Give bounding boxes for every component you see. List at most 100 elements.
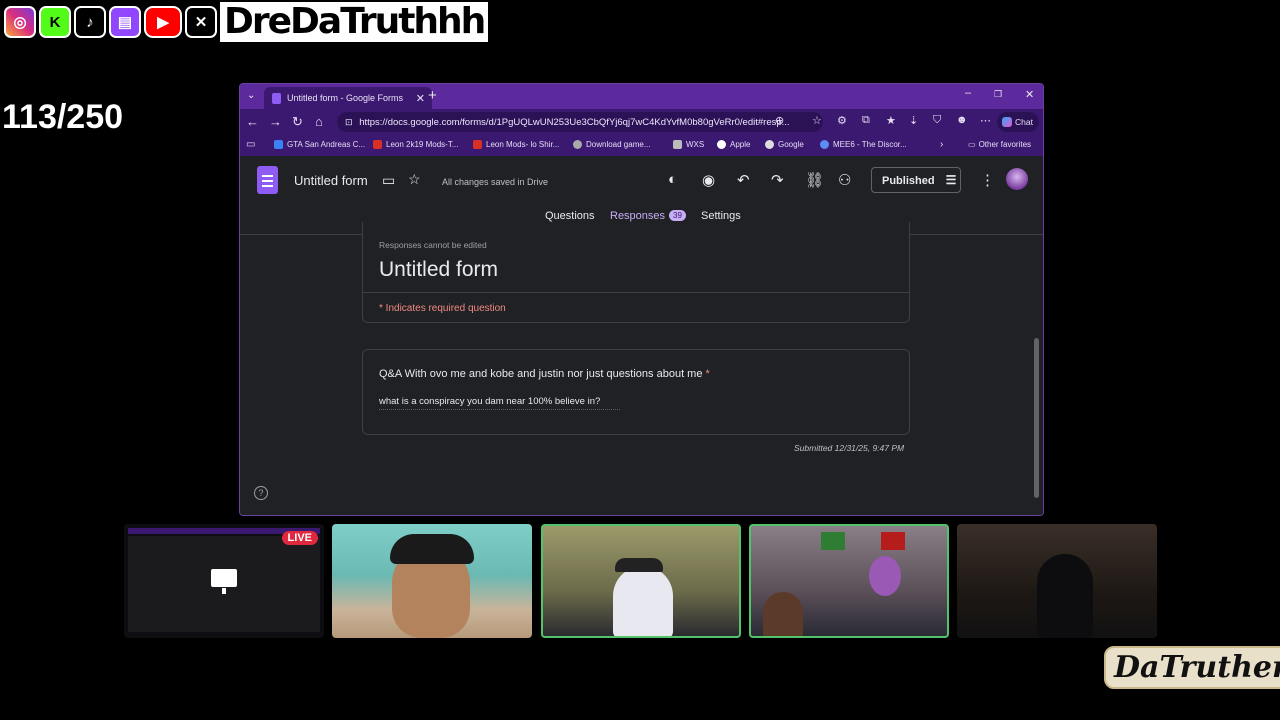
bookmark-item[interactable]: WXS bbox=[673, 140, 704, 149]
browser-tab[interactable]: Untitled form - Google Forms ✕ bbox=[264, 87, 432, 109]
collections-icon[interactable]: ⧉ bbox=[862, 114, 870, 127]
social-bar: ◎ K ♪ ▤ ▶ ✕ DreDaTruthhh bbox=[4, 2, 489, 42]
flag-decoration bbox=[881, 532, 905, 550]
link-icon[interactable]: ⛓ bbox=[805, 171, 824, 189]
page-scrollbar[interactable] bbox=[1034, 338, 1039, 498]
help-icon[interactable]: ? bbox=[254, 486, 268, 500]
url-text: https://docs.google.com/forms/d/1PgUQLwU… bbox=[359, 117, 790, 128]
required-note: * Indicates required question bbox=[379, 303, 506, 314]
bookmark-item[interactable]: Apple bbox=[717, 140, 750, 149]
tab-responses-label: Responses bbox=[610, 210, 666, 222]
participant-figure bbox=[1037, 554, 1093, 638]
response-notice: Responses cannot be edited bbox=[379, 240, 487, 250]
address-bar[interactable]: ⊡ https://docs.google.com/forms/d/1PgUQL… bbox=[337, 112, 823, 132]
published-label: Published bbox=[882, 175, 935, 187]
save-status: All changes saved in Drive bbox=[442, 177, 549, 187]
forms-favicon-icon bbox=[272, 92, 281, 104]
x-icon: ✕ bbox=[185, 6, 217, 38]
close-window-button[interactable]: ✕ bbox=[1025, 88, 1034, 101]
copilot-icon bbox=[1002, 117, 1012, 127]
reload-icon[interactable]: ↻ bbox=[292, 114, 303, 130]
tab-settings[interactable]: Settings bbox=[701, 210, 741, 222]
zoom-icon[interactable]: ⊕ bbox=[775, 114, 784, 127]
browser-window: ⌄ Untitled form - Google Forms ✕ + – ❐ ✕… bbox=[239, 83, 1044, 516]
answer-text: what is a conspiracy you dam near 100% b… bbox=[379, 396, 621, 410]
home-icon[interactable]: ⌂ bbox=[315, 114, 323, 129]
tab-responses[interactable]: Responses 39 bbox=[610, 210, 686, 222]
browser-toolbar: ← → ↻ ⌂ ⊡ https://docs.google.com/forms/… bbox=[240, 109, 1043, 135]
webcam-thumbnail-3[interactable] bbox=[749, 524, 949, 638]
webcam-thumbnail-4[interactable] bbox=[957, 524, 1157, 638]
preview-eye-icon[interactable]: ◉ bbox=[702, 171, 715, 189]
forms-page: Untitled form ▭ ☆ All changes saved in D… bbox=[240, 156, 1043, 515]
profile-icon[interactable]: ☻ bbox=[956, 114, 968, 126]
webcam-thumbnail-2[interactable] bbox=[541, 524, 741, 638]
participant-figure bbox=[763, 592, 803, 636]
plush-toy bbox=[869, 556, 901, 596]
minimize-button[interactable]: – bbox=[965, 87, 971, 99]
tab-title: Untitled form - Google Forms bbox=[287, 93, 404, 103]
move-to-folder-icon[interactable]: ▭ bbox=[382, 172, 395, 189]
participant-hair bbox=[390, 534, 474, 564]
bookmarks-overflow-icon[interactable]: › bbox=[940, 139, 943, 150]
live-badge: LIVE bbox=[281, 531, 318, 545]
kick-icon: K bbox=[39, 6, 71, 38]
new-tab-button[interactable]: + bbox=[428, 87, 437, 104]
participant-figure bbox=[613, 566, 673, 636]
avatar[interactable] bbox=[1006, 168, 1028, 190]
add-collaborator-icon[interactable]: ⚇ bbox=[838, 171, 851, 189]
favorite-star-icon[interactable]: ☆ bbox=[812, 114, 822, 127]
channel-logo-watermark: DaTruthers bbox=[1104, 646, 1280, 689]
star-icon[interactable]: ☆ bbox=[408, 171, 421, 188]
tab-close-icon[interactable]: ✕ bbox=[416, 92, 425, 105]
forms-logo-icon[interactable] bbox=[257, 166, 278, 194]
form-title-card: Responses cannot be edited Untitled form… bbox=[362, 222, 910, 323]
published-button[interactable]: Published ☰ bbox=[871, 167, 961, 193]
monitor-icon bbox=[211, 569, 237, 587]
extension-icon[interactable]: ⚙ bbox=[837, 114, 847, 127]
streamer-handle: DreDaTruthhh bbox=[220, 2, 489, 42]
site-info-icon[interactable]: ⊡ bbox=[345, 117, 353, 127]
bookmark-item[interactable]: Download game... bbox=[573, 140, 650, 149]
monitor-stand bbox=[222, 588, 226, 594]
customize-theme-icon[interactable]: ◐ bbox=[668, 171, 677, 188]
watermark-text: DaTruthers bbox=[1114, 650, 1280, 685]
tab-strip: ⌄ Untitled form - Google Forms ✕ + – ❐ ✕ bbox=[240, 84, 1043, 109]
question-card: Q&A With ovo me and kobe and justin nor … bbox=[362, 349, 910, 435]
shield-icon[interactable]: ⛉ bbox=[933, 114, 941, 127]
bookmark-item[interactable]: Leon Mods- lo Shir... bbox=[473, 140, 559, 149]
favorites-icon[interactable]: ★ bbox=[886, 114, 896, 127]
twitch-icon: ▤ bbox=[109, 6, 141, 38]
tab-search-icon[interactable]: ⌄ bbox=[247, 90, 255, 101]
responses-count-badge: 39 bbox=[669, 210, 686, 221]
tab-questions[interactable]: Questions bbox=[545, 210, 595, 222]
other-favorites[interactable]: ▭ Other favorites bbox=[968, 140, 1031, 149]
redo-icon[interactable]: ↷ bbox=[771, 171, 784, 189]
folder-icon: ▭ bbox=[968, 140, 976, 149]
screen-share-thumbnail[interactable]: LIVE bbox=[124, 524, 324, 638]
bookmark-item[interactable]: Google bbox=[765, 140, 804, 149]
forward-icon[interactable]: → bbox=[269, 114, 282, 129]
bookmark-item[interactable]: GTA San Andreas C... bbox=[274, 140, 365, 149]
required-asterisk: * bbox=[705, 368, 710, 380]
participant-cap bbox=[615, 558, 663, 572]
form-title[interactable]: Untitled form bbox=[294, 173, 368, 188]
goal-counter: 113/250 bbox=[2, 98, 124, 136]
youtube-icon: ▶ bbox=[144, 6, 182, 38]
tiktok-icon: ♪ bbox=[74, 6, 106, 38]
question-text: Q&A With ovo me and kobe and justin nor … bbox=[379, 368, 710, 380]
copilot-chat-button[interactable]: Chat bbox=[997, 112, 1039, 132]
back-icon[interactable]: ← bbox=[246, 114, 259, 129]
more-options-icon[interactable]: ⋮ bbox=[980, 171, 995, 189]
instagram-icon: ◎ bbox=[4, 6, 36, 38]
submitted-timestamp: Submitted 12/31/25, 9:47 PM bbox=[794, 443, 905, 453]
response-form-title: Untitled form bbox=[379, 258, 499, 281]
undo-icon[interactable]: ↶ bbox=[737, 171, 750, 189]
bookmark-item[interactable]: MEE6 - The Discor... bbox=[820, 140, 907, 149]
restore-button[interactable]: ❐ bbox=[994, 89, 1002, 100]
collections-bar-icon[interactable]: ▭ bbox=[246, 139, 255, 150]
more-menu-icon[interactable]: ⋯ bbox=[980, 114, 991, 127]
webcam-thumbnail-1[interactable] bbox=[332, 524, 532, 638]
bookmark-item[interactable]: Leon 2k19 Mods-T... bbox=[373, 140, 458, 149]
downloads-icon[interactable]: ⇣ bbox=[909, 114, 918, 127]
